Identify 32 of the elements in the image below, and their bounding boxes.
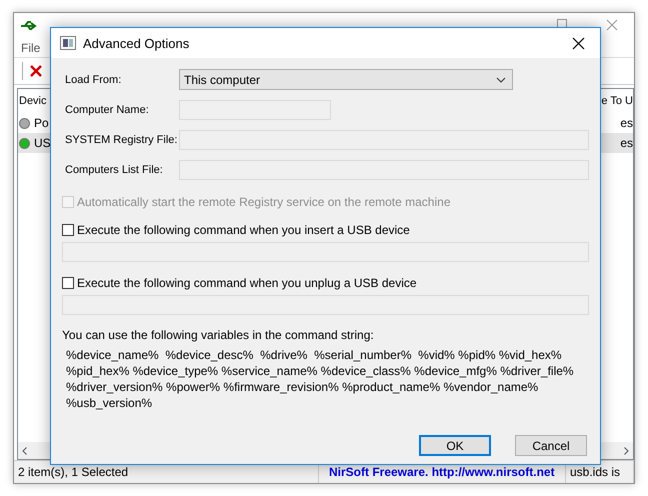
caret-icon bbox=[496, 76, 506, 82]
column-header[interactable]: e To U bbox=[601, 95, 633, 107]
column-header[interactable]: Devic bbox=[19, 95, 47, 107]
field-label: Load From: bbox=[65, 74, 122, 86]
device-name: Po bbox=[34, 116, 49, 130]
variables-line: %pid_hex% %device_type% %service_name% %device_class% %device_mfg% %driver_file% bbox=[66, 363, 575, 379]
menu-item[interactable]: File bbox=[19, 41, 42, 55]
checkbox-label: Execute the following command when you insert a USB device bbox=[77, 223, 410, 237]
variables-line: %device_name% %device_desc% %drive% %serial_number% %vid% %pid% %vid_hex% bbox=[66, 347, 563, 363]
dialog-button[interactable]: Cancel bbox=[515, 435, 587, 456]
checkbox[interactable] bbox=[62, 277, 74, 289]
load-from-dropdown[interactable]: This computer bbox=[179, 69, 513, 90]
checkbox-label: Execute the following command when you unplug a USB device bbox=[77, 276, 417, 290]
dialog-button[interactable]: OK bbox=[419, 435, 491, 456]
scroll-left-icon[interactable] bbox=[22, 446, 27, 454]
device-name: US bbox=[34, 136, 51, 150]
dialog-title: Advanced Options bbox=[83, 36, 190, 50]
window-icon bbox=[60, 36, 76, 50]
help-text: You can use the following variables in the command string: bbox=[62, 328, 375, 342]
field-label: SYSTEM Registry File: bbox=[65, 134, 178, 146]
field-label: Computers List File: bbox=[65, 164, 164, 176]
table-cell: es bbox=[620, 116, 633, 130]
checkbox[interactable] bbox=[62, 224, 74, 236]
variables-line: %usb_version% bbox=[66, 395, 154, 411]
table-cell: es bbox=[620, 136, 633, 150]
field-label: Computer Name: bbox=[65, 104, 150, 116]
scroll-right-icon[interactable] bbox=[624, 446, 629, 454]
delete-icon[interactable] bbox=[29, 64, 43, 78]
close-icon[interactable] bbox=[572, 36, 584, 50]
variables-line: %driver_version% %power% %firmware_revision% %product_name% %vendor_name% bbox=[66, 379, 540, 395]
checkbox-label: Automatically start the remote Registry service on the remote machine bbox=[77, 195, 450, 209]
usb-icon bbox=[20, 19, 38, 33]
